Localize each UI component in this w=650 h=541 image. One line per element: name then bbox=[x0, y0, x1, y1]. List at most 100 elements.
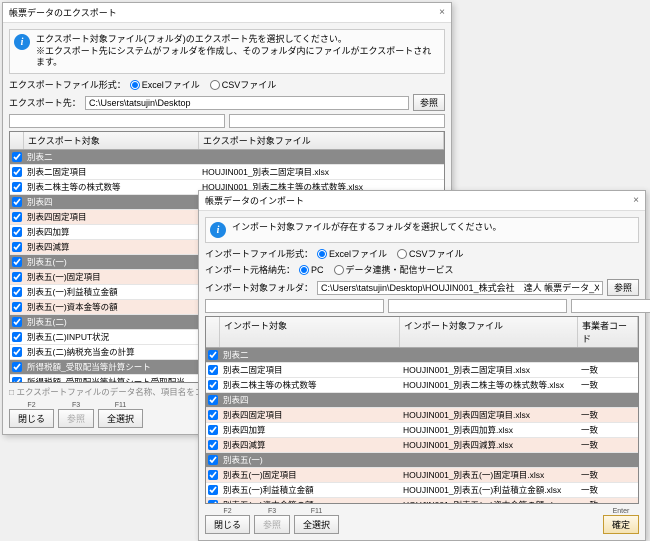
import-close-button[interactable]: 閉じる bbox=[205, 515, 250, 534]
row-match: 一致 bbox=[578, 423, 638, 437]
import-src-label: インポート元格納先： bbox=[205, 263, 295, 276]
row-checkbox[interactable] bbox=[208, 500, 218, 503]
export-ref2-button[interactable]: 参照 bbox=[58, 409, 94, 428]
export-titlebar: 帳票データのエクスポート × bbox=[3, 3, 451, 23]
row-checkbox[interactable] bbox=[12, 332, 22, 342]
table-row[interactable]: 別表四 bbox=[206, 393, 638, 408]
import-selall-button[interactable]: 全選択 bbox=[294, 515, 339, 534]
row-checkbox[interactable] bbox=[12, 152, 22, 162]
import-filter-2[interactable] bbox=[388, 299, 567, 313]
row-file: HOUJIN001_別表二固定項目.xlsx bbox=[400, 363, 578, 377]
row-checkbox[interactable] bbox=[208, 365, 218, 375]
row-match: 一致 bbox=[578, 468, 638, 482]
import-radio-pc[interactable]: PC bbox=[299, 265, 324, 275]
row-checkbox[interactable] bbox=[208, 380, 218, 390]
row-name: 別表五(一)利益積立金額 bbox=[220, 483, 400, 497]
import-radio-service[interactable]: データ連携・配信サービス bbox=[334, 263, 454, 276]
import-filter-3[interactable] bbox=[571, 299, 650, 313]
export-filter-2[interactable] bbox=[229, 114, 445, 128]
row-match: 一致 bbox=[578, 438, 638, 452]
table-row[interactable]: 別表二固定項目HOUJIN001_別表二固定項目.xlsx bbox=[10, 165, 444, 180]
row-checkbox[interactable] bbox=[12, 287, 22, 297]
row-checkbox[interactable] bbox=[12, 167, 22, 177]
row-checkbox[interactable] bbox=[208, 425, 218, 435]
row-name: 所得税額_受取配当等計算シート受取配当等項目 bbox=[24, 375, 199, 382]
table-row[interactable]: 別表二 bbox=[10, 150, 444, 165]
row-file: HOUJIN001_別表四加算.xlsx bbox=[400, 423, 578, 437]
close-icon[interactable]: × bbox=[633, 195, 639, 206]
import-format-label: インポートファイル形式： bbox=[205, 247, 313, 260]
row-match: 一致 bbox=[578, 378, 638, 392]
export-close-button[interactable]: 閉じる bbox=[9, 409, 54, 428]
row-checkbox[interactable] bbox=[208, 455, 218, 465]
table-row[interactable]: 別表二固定項目HOUJIN001_別表二固定項目.xlsx一致 bbox=[206, 363, 638, 378]
import-folder-label: インポート対象フォルダ： bbox=[205, 281, 313, 294]
table-row[interactable]: 別表四固定項目HOUJIN001_別表四固定項目.xlsx一致 bbox=[206, 408, 638, 423]
row-file bbox=[199, 156, 444, 158]
table-row[interactable]: 別表五(一)利益積立金額HOUJIN001_別表五(一)利益積立金額.xlsx一… bbox=[206, 483, 638, 498]
row-checkbox[interactable] bbox=[12, 242, 22, 252]
info-icon: i bbox=[14, 34, 30, 50]
row-name: 別表二株主等の株式数等 bbox=[24, 180, 199, 194]
export-selall-button[interactable]: 全選択 bbox=[98, 409, 143, 428]
export-dest-label: エクスポート先： bbox=[9, 96, 81, 109]
table-row[interactable]: 別表五(一)資本金等の額HOUJIN001_別表五(一)資本金等の額.xlsx一… bbox=[206, 498, 638, 503]
export-info: i エクスポート対象ファイル(フォルダ)のエクスポート先を選択してください。 ※… bbox=[9, 29, 445, 74]
export-dest-input[interactable] bbox=[85, 96, 409, 110]
import-radio-excel[interactable]: Excelファイル bbox=[317, 247, 387, 260]
row-checkbox[interactable] bbox=[12, 347, 22, 357]
row-checkbox[interactable] bbox=[208, 485, 218, 495]
table-row[interactable]: 別表四減算HOUJIN001_別表四減算.xlsx一致 bbox=[206, 438, 638, 453]
row-checkbox[interactable] bbox=[208, 350, 218, 360]
row-checkbox[interactable] bbox=[12, 272, 22, 282]
row-checkbox[interactable] bbox=[208, 470, 218, 480]
export-title: 帳票データのエクスポート bbox=[9, 6, 117, 19]
row-match: 一致 bbox=[578, 483, 638, 497]
row-checkbox[interactable] bbox=[12, 227, 22, 237]
row-file: HOUJIN001_別表四減算.xlsx bbox=[400, 438, 578, 452]
row-match bbox=[578, 459, 638, 461]
import-ref-button[interactable]: 参照 bbox=[607, 279, 639, 296]
row-name: 別表五(一) bbox=[24, 255, 199, 269]
import-confirm-button[interactable]: 確定 bbox=[603, 515, 639, 534]
row-checkbox[interactable] bbox=[12, 377, 22, 382]
row-file bbox=[400, 459, 578, 461]
export-radio-csv[interactable]: CSVファイル bbox=[210, 78, 277, 91]
import-ref2-button[interactable]: 参照 bbox=[254, 515, 290, 534]
row-checkbox[interactable] bbox=[12, 212, 22, 222]
export-info-line2: ※エクスポート先にシステムがフォルダを作成し、そのフォルダ内にファイルがエクスポ… bbox=[36, 46, 440, 69]
row-checkbox[interactable] bbox=[208, 395, 218, 405]
row-name: 別表四加算 bbox=[220, 423, 400, 437]
row-name: 別表五(二) bbox=[24, 315, 199, 329]
table-row[interactable]: 別表四加算HOUJIN001_別表四加算.xlsx一致 bbox=[206, 423, 638, 438]
import-info-text: インポート対象ファイルが存在するフォルダを選択してください。 bbox=[232, 222, 501, 234]
row-checkbox[interactable] bbox=[208, 440, 218, 450]
row-checkbox[interactable] bbox=[208, 410, 218, 420]
export-radio-excel[interactable]: Excelファイル bbox=[130, 78, 200, 91]
import-radio-csv[interactable]: CSVファイル bbox=[397, 247, 464, 260]
table-row[interactable]: 別表五(一) bbox=[206, 453, 638, 468]
row-checkbox[interactable] bbox=[12, 362, 22, 372]
row-checkbox[interactable] bbox=[12, 257, 22, 267]
close-icon[interactable]: × bbox=[439, 7, 445, 18]
table-row[interactable]: 別表二 bbox=[206, 348, 638, 363]
row-file bbox=[400, 399, 578, 401]
row-file: HOUJIN001_別表五(一)資本金等の額.xlsx bbox=[400, 498, 578, 503]
export-filter-1[interactable] bbox=[9, 114, 225, 128]
import-folder-input[interactable] bbox=[317, 281, 603, 295]
row-name: 別表四固定項目 bbox=[24, 210, 199, 224]
export-ref-button[interactable]: 参照 bbox=[413, 94, 445, 111]
row-name: 別表四固定項目 bbox=[220, 408, 400, 422]
export-format-label: エクスポートファイル形式： bbox=[9, 78, 126, 91]
row-checkbox[interactable] bbox=[12, 197, 22, 207]
table-row[interactable]: 別表五(一)固定項目HOUJIN001_別表五(一)固定項目.xlsx一致 bbox=[206, 468, 638, 483]
import-dialog: 帳票データのインポート × i インポート対象ファイルが存在するフォルダを選択し… bbox=[198, 190, 646, 541]
row-checkbox[interactable] bbox=[12, 317, 22, 327]
table-row[interactable]: 別表二株主等の株式数等HOUJIN001_別表二株主等の株式数等.xlsx一致 bbox=[206, 378, 638, 393]
row-checkbox[interactable] bbox=[12, 182, 22, 192]
import-col-file: インポート対象ファイル bbox=[400, 317, 578, 347]
row-name: 別表五(二)INPUT状況 bbox=[24, 330, 199, 344]
import-filter-1[interactable] bbox=[205, 299, 384, 313]
import-col-target: インポート対象 bbox=[220, 317, 400, 347]
row-checkbox[interactable] bbox=[12, 302, 22, 312]
